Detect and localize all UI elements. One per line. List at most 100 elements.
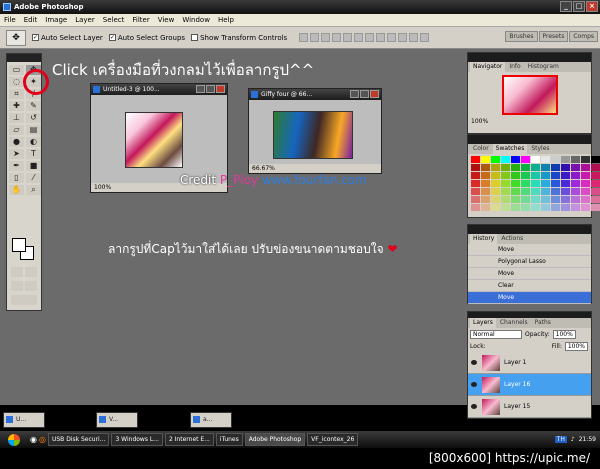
- color-swatch[interactable]: [531, 164, 540, 171]
- color-swatch[interactable]: [471, 196, 480, 203]
- color-swatch[interactable]: [571, 164, 580, 171]
- color-swatch[interactable]: [581, 204, 590, 211]
- zoom-tool-icon[interactable]: ⌕: [26, 185, 41, 195]
- color-swatch[interactable]: [521, 172, 530, 179]
- pen-tool-icon[interactable]: ✒: [9, 161, 24, 171]
- menu-filter[interactable]: Filter: [132, 14, 149, 26]
- maximize-icon[interactable]: [360, 90, 369, 98]
- color-swatch[interactable]: [571, 188, 580, 195]
- color-swatch[interactable]: [561, 196, 570, 203]
- auto-select-groups-checkbox[interactable]: ✓ Auto Select Groups: [108, 34, 185, 42]
- color-swatch[interactable]: [591, 196, 600, 203]
- color-swatch[interactable]: [521, 196, 530, 203]
- eraser-tool-icon[interactable]: ▱: [9, 125, 24, 135]
- distribute-center-icon[interactable]: [409, 33, 419, 42]
- eye-icon[interactable]: [471, 360, 477, 365]
- color-swatch[interactable]: [511, 164, 520, 171]
- volume-icon[interactable]: ♪: [571, 436, 575, 443]
- distribute-top-icon[interactable]: [365, 33, 375, 42]
- document-canvas[interactable]: [125, 112, 183, 168]
- clone-stamp-tool-icon[interactable]: ⊥: [9, 113, 24, 123]
- color-swatch[interactable]: [561, 188, 570, 195]
- healing-brush-tool-icon[interactable]: ✚: [9, 101, 24, 111]
- taskbar-item[interactable]: USB Disk Securi...: [47, 433, 110, 446]
- history-item[interactable]: Move: [468, 244, 591, 256]
- color-swatch[interactable]: [481, 204, 490, 211]
- color-swatch[interactable]: [581, 172, 590, 179]
- color-swatch[interactable]: [491, 156, 500, 163]
- color-swatch[interactable]: [471, 156, 480, 163]
- close-button[interactable]: ×: [586, 1, 598, 12]
- minimize-icon[interactable]: [196, 85, 205, 93]
- screen-mode-icon[interactable]: [11, 281, 23, 291]
- color-swatch[interactable]: [491, 196, 500, 203]
- tab-navigator[interactable]: Navigator: [470, 62, 506, 72]
- color-swatch[interactable]: [481, 180, 490, 187]
- menu-image[interactable]: Image: [45, 14, 67, 26]
- imageready-icon[interactable]: [11, 295, 37, 305]
- opacity-input[interactable]: 100%: [552, 329, 576, 339]
- tab-histogram[interactable]: Histogram: [525, 62, 562, 72]
- minimized-doc[interactable]: U...: [3, 412, 45, 428]
- color-swatch[interactable]: [561, 156, 570, 163]
- color-swatch[interactable]: [531, 204, 540, 211]
- color-swatch[interactable]: [591, 156, 600, 163]
- tab-history[interactable]: History: [470, 234, 498, 244]
- tab-actions[interactable]: Actions: [498, 234, 526, 244]
- color-swatch[interactable]: [571, 204, 580, 211]
- layer-row[interactable]: Layer 15: [468, 396, 591, 418]
- shape-tool-icon[interactable]: ■: [26, 161, 41, 171]
- distribute-middle-icon[interactable]: [376, 33, 386, 42]
- color-swatch[interactable]: [511, 156, 520, 163]
- tab-styles[interactable]: Styles: [528, 144, 552, 154]
- color-swatch[interactable]: [491, 164, 500, 171]
- well-presets[interactable]: Presets: [538, 31, 569, 42]
- color-swatch[interactable]: [571, 180, 580, 187]
- distribute-right-icon[interactable]: [420, 33, 430, 42]
- color-swatch[interactable]: [491, 172, 500, 179]
- menu-view[interactable]: View: [158, 14, 175, 26]
- menu-window[interactable]: Window: [182, 14, 210, 26]
- history-item[interactable]: Polygonal Lasso: [468, 256, 591, 268]
- color-swatch[interactable]: [471, 172, 480, 179]
- auto-select-layer-checkbox[interactable]: ✓ Auto Select Layer: [32, 34, 103, 42]
- color-swatch[interactable]: [521, 156, 530, 163]
- quick-mask-icon[interactable]: [25, 267, 37, 277]
- tab-paths[interactable]: Paths: [532, 318, 554, 328]
- history-item-current[interactable]: Move: [468, 292, 591, 304]
- color-swatch[interactable]: [591, 188, 600, 195]
- color-swatch[interactable]: [571, 172, 580, 179]
- color-swatch[interactable]: [561, 180, 570, 187]
- show-transform-checkbox[interactable]: Show Transform Controls: [191, 34, 287, 42]
- color-swatch[interactable]: [501, 164, 510, 171]
- quicklaunch-icon[interactable]: ◉: [30, 435, 37, 444]
- minimized-doc[interactable]: a...: [190, 412, 232, 428]
- color-swatch[interactable]: [541, 164, 550, 171]
- color-swatch[interactable]: [591, 204, 600, 211]
- color-swatch[interactable]: [511, 180, 520, 187]
- distribute-bottom-icon[interactable]: [387, 33, 397, 42]
- close-icon[interactable]: [216, 85, 225, 93]
- gradient-tool-icon[interactable]: ▤: [26, 125, 41, 135]
- color-swatch[interactable]: [591, 180, 600, 187]
- color-swatch[interactable]: [501, 204, 510, 211]
- color-swatch[interactable]: [471, 180, 480, 187]
- color-swatch[interactable]: [541, 172, 550, 179]
- color-swatch[interactable]: [581, 180, 590, 187]
- color-swatch[interactable]: [581, 196, 590, 203]
- notes-tool-icon[interactable]: ▯: [9, 173, 24, 183]
- color-swatch[interactable]: [471, 164, 480, 171]
- color-swatch[interactable]: [581, 156, 590, 163]
- align-center-icon[interactable]: [343, 33, 353, 42]
- taskbar-item[interactable]: 2 Internet E...: [164, 433, 214, 446]
- color-swatch[interactable]: [551, 172, 560, 179]
- color-swatch[interactable]: [551, 204, 560, 211]
- type-tool-icon[interactable]: T: [26, 149, 41, 159]
- eyedropper-tool-icon[interactable]: ⁄: [26, 173, 41, 183]
- color-swatch[interactable]: [501, 188, 510, 195]
- taskbar-item[interactable]: iTunes: [215, 433, 243, 446]
- color-swatch[interactable]: [541, 196, 550, 203]
- color-swatch[interactable]: [531, 196, 540, 203]
- tab-layers[interactable]: Layers: [470, 318, 496, 328]
- history-item[interactable]: Move: [468, 268, 591, 280]
